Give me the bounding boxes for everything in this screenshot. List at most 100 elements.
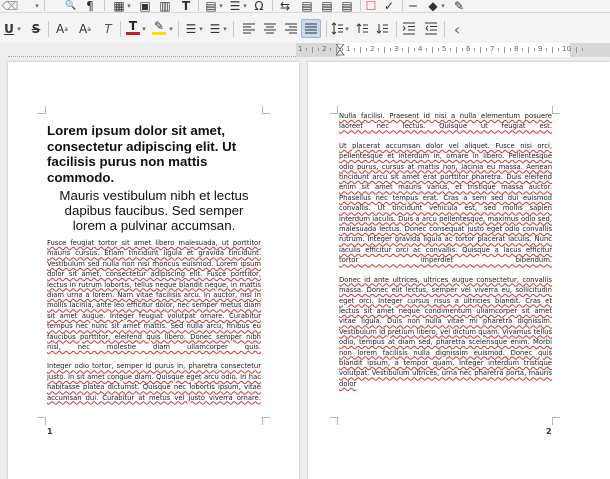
- chevron-down-icon[interactable]: ▾: [16, 22, 22, 36]
- highlight-icon[interactable]: ✎: [152, 19, 166, 33]
- toolbar-separator: [326, 21, 327, 37]
- numbered-list-icon[interactable]: ☰: [208, 22, 222, 36]
- document-canvas[interactable]: Lorem ipsum dolor sit amet, consectetur …: [0, 57, 610, 479]
- insert-chart-icon[interactable]: ▥: [158, 0, 172, 13]
- chevron-down-icon[interactable]: ▾: [222, 22, 228, 36]
- crop-mark: [262, 106, 270, 114]
- paragraph[interactable]: Integer odio tortor, semper id purus in,…: [47, 361, 261, 403]
- page-2[interactable]: Nulla facilisi. Praesent id nisi a nulla…: [308, 62, 610, 479]
- chevron-down-icon[interactable]: ▾: [34, 0, 40, 11]
- toolbar-scroll-left-icon[interactable]: ‹: [452, 20, 462, 39]
- insert-table-icon[interactable]: ▦: [112, 0, 126, 13]
- track-changes-icon[interactable]: ✓: [382, 0, 396, 13]
- document-subheading[interactable]: Mauris vestibulum nibh et lectus dapibus…: [47, 188, 261, 233]
- ruler-tick: [414, 48, 415, 51]
- document-heading[interactable]: Lorem ipsum dolor sit amet, consectetur …: [47, 123, 261, 185]
- justify-icon: [305, 23, 317, 34]
- insert-field-icon[interactable]: ▤: [204, 0, 218, 13]
- bulleted-list-icon[interactable]: ☰: [184, 22, 198, 36]
- clear-formatting-icon[interactable]: T: [101, 22, 115, 36]
- page-number: 1: [47, 427, 53, 436]
- insert-line-icon[interactable]: ─: [406, 0, 420, 13]
- page-1-body[interactable]: Fusce feugiat tortor sit amet libero mal…: [47, 238, 261, 412]
- ruler-tick: [402, 48, 403, 51]
- ruler-label: 7: [490, 45, 495, 53]
- indent-marker-icon[interactable]: [336, 44, 345, 56]
- toolbar-separator: [444, 21, 445, 37]
- decrease-indent-icon[interactable]: [425, 22, 437, 35]
- ruler-tick: [552, 47, 553, 53]
- ruler-tick: [360, 47, 361, 53]
- chevron-down-icon[interactable]: ▾: [440, 0, 446, 11]
- paragraph[interactable]: Fusce feugiat tortor sit amet libero mal…: [47, 238, 261, 352]
- strikethrough-icon[interactable]: S: [30, 22, 42, 36]
- line-spacing-icon[interactable]: [331, 22, 343, 35]
- chevron-down-icon[interactable]: ▾: [141, 22, 147, 36]
- font-color-swatch: [126, 32, 140, 35]
- ruler-tick: [456, 47, 457, 53]
- toolbar-separator: [198, 0, 199, 11]
- highlight-color-swatch: [152, 32, 166, 35]
- ruler-tick: [318, 48, 319, 51]
- justify-button[interactable]: [301, 19, 321, 38]
- insert-textbox-icon[interactable]: T: [180, 0, 192, 13]
- ruler-label: 5: [442, 45, 447, 53]
- chevron-down-icon[interactable]: ▾: [126, 0, 132, 11]
- increase-indent-icon[interactable]: [403, 22, 415, 35]
- ruler-label: 3: [394, 45, 399, 53]
- font-color-icon[interactable]: T: [126, 19, 140, 33]
- align-center-icon[interactable]: [264, 23, 276, 34]
- paragraph[interactable]: Ut placerat accumsan dolor vel aliquet. …: [339, 141, 552, 266]
- basic-shapes-icon[interactable]: ◆: [426, 0, 440, 13]
- align-right-icon[interactable]: [285, 23, 297, 34]
- special-character-icon[interactable]: Ω: [252, 0, 266, 13]
- page-2-body[interactable]: Nulla facilisi. Praesent id nisi a nulla…: [339, 111, 552, 401]
- insert-hyperlink-icon[interactable]: ⇆: [278, 0, 292, 13]
- insert-image-icon[interactable]: ▣: [138, 0, 152, 13]
- chevron-down-icon[interactable]: ▾: [168, 22, 174, 36]
- insert-bookmark-icon[interactable]: ▤: [340, 0, 354, 13]
- ruler-tick: [582, 48, 583, 51]
- insert-comment-icon[interactable]: ☐: [364, 0, 378, 13]
- ruler-tick: [576, 47, 577, 53]
- horizontal-ruler[interactable]: 1 2 1 2 3 4 5 6 7 8 9 10: [0, 43, 610, 57]
- align-left-icon[interactable]: [243, 23, 255, 34]
- subscript-letter: A: [79, 22, 88, 36]
- align-objects-icon[interactable]: ☰: [228, 0, 242, 13]
- increase-paragraph-spacing-icon[interactable]: [356, 22, 368, 35]
- decrease-paragraph-spacing-icon[interactable]: [376, 22, 388, 35]
- superscript-mark: a: [64, 25, 68, 33]
- page-number: 2: [546, 427, 552, 436]
- ruler-tick: [336, 47, 337, 53]
- chevron-down-icon[interactable]: ▾: [198, 22, 204, 36]
- chevron-down-icon[interactable]: ▾: [344, 22, 350, 36]
- ruler-tick: [486, 48, 487, 51]
- toolbar-separator: [120, 21, 121, 37]
- toolbar-separator: [178, 21, 179, 37]
- chevron-down-icon[interactable]: ▾: [218, 0, 224, 11]
- paragraph[interactable]: Donec id ante ultrices, ultrices augue c…: [339, 275, 552, 392]
- find-replace-icon[interactable]: 🔍: [64, 0, 78, 11]
- formatting-marks-icon[interactable]: ¶: [84, 0, 96, 13]
- superscript-icon[interactable]: Aa: [55, 22, 69, 36]
- insert-endnote-icon[interactable]: ▤: [320, 0, 334, 13]
- toolbar-separator: [360, 0, 361, 11]
- ruler-label: 4: [418, 45, 423, 53]
- insert-footnote-icon[interactable]: ▤: [300, 0, 314, 13]
- clear-icon[interactable]: ⌫: [2, 0, 19, 13]
- ruler-tick: [504, 47, 505, 53]
- subscript-icon[interactable]: Aa: [78, 22, 92, 36]
- underline-icon[interactable]: U: [3, 22, 15, 36]
- page-1[interactable]: Lorem ipsum dolor sit amet, consectetur …: [8, 62, 299, 479]
- ruler-label: 2: [322, 45, 327, 53]
- crop-mark: [552, 417, 560, 425]
- superscript-letter: A: [56, 22, 65, 36]
- ruler-tick: [432, 47, 433, 53]
- draw-functions-icon[interactable]: ✎: [452, 0, 466, 13]
- crop-mark: [552, 106, 560, 114]
- paragraph[interactable]: Nulla facilisi. Praesent id nisi a nulla…: [339, 111, 552, 132]
- ruler-label: 2: [370, 45, 375, 53]
- toolbar-separator: [402, 0, 403, 11]
- ruler-tick: [378, 48, 379, 51]
- chevron-down-icon[interactable]: ▾: [242, 0, 248, 11]
